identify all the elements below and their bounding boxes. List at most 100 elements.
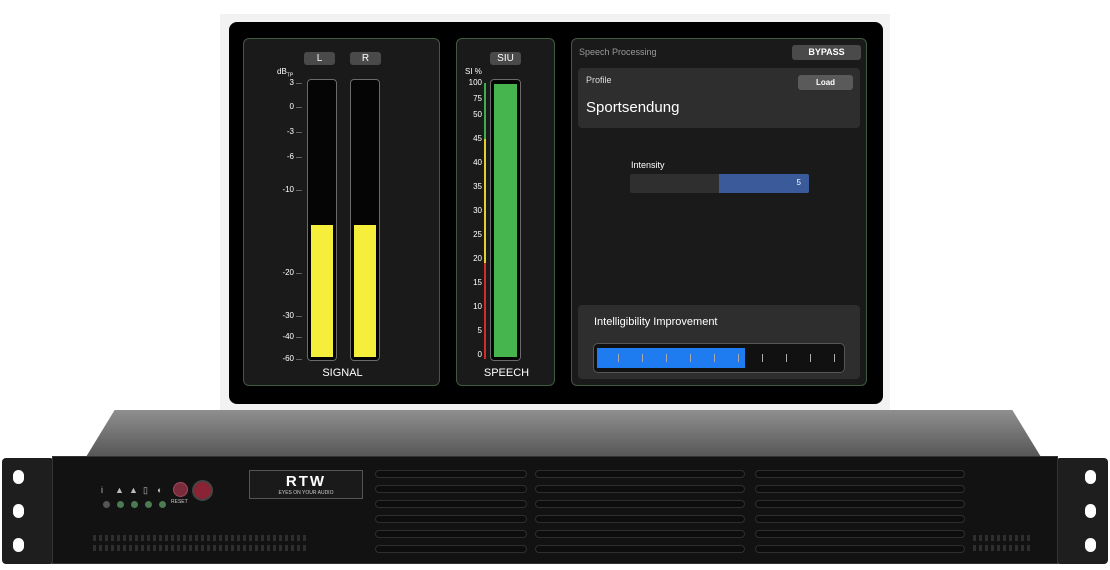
signal-scale-label: -10: [282, 185, 294, 194]
vent-hole: [267, 535, 270, 541]
vent-slot: [535, 515, 745, 523]
vent-hole: [177, 545, 180, 551]
channel-right-button[interactable]: R: [350, 52, 381, 65]
improvement-meter-fill: [597, 348, 745, 368]
rack-ear-right: [1056, 458, 1108, 564]
speech-panel: SIU SI % 100 75 50 45 40 35 30 25 20 15 10 5 0 SPEEC…: [456, 38, 555, 386]
vent-hole: [237, 545, 240, 551]
vent-hole: [237, 535, 240, 541]
channel-left-button[interactable]: L: [304, 52, 335, 65]
speech-title: SPEECH: [483, 367, 530, 379]
vent-hole: [129, 545, 132, 551]
speech-meter: [490, 79, 521, 361]
vent-hole: [141, 545, 144, 551]
vent-hole: [1027, 535, 1030, 541]
reset-label: RESET: [171, 499, 188, 505]
vent-hole: [273, 545, 276, 551]
improvement-tick: [834, 354, 835, 362]
vent-hole: [979, 545, 982, 551]
network-icon: ▲: [129, 485, 138, 495]
vent-slot: [535, 485, 745, 493]
speech-scale-label: 50: [473, 110, 482, 119]
improvement-tick: [690, 354, 691, 362]
signal-scale-label: -30: [282, 311, 294, 320]
vent-hole: [171, 535, 174, 541]
signal-scale-label: -3: [286, 127, 294, 136]
vent-hole: [303, 545, 306, 551]
vent-hole: [991, 535, 994, 541]
profile-name: Sportsendung: [586, 99, 680, 116]
meter-left: [307, 79, 337, 361]
speech-scale-label: 10: [473, 302, 482, 311]
vent-hole: [285, 535, 288, 541]
speech-scale-label: 20: [473, 254, 482, 263]
vent-slot: [755, 545, 965, 553]
vent-hole: [135, 545, 138, 551]
vent-hole: [1021, 535, 1024, 541]
vent-hole: [243, 535, 246, 541]
vent-hole: [261, 535, 264, 541]
vent-slot: [375, 500, 527, 508]
signal-scale-tick: [296, 190, 302, 191]
vent-hole: [997, 535, 1000, 541]
vent-hole: [117, 535, 120, 541]
load-button[interactable]: Load: [798, 75, 853, 90]
vent-hole: [985, 535, 988, 541]
vent-slot: [375, 470, 527, 478]
vent-slot: [755, 470, 965, 478]
mount-hole: [13, 504, 24, 518]
vent-slot: [755, 500, 965, 508]
power-button[interactable]: [192, 480, 213, 501]
vent-slot: [755, 515, 965, 523]
info-icon: i: [101, 485, 103, 495]
meter-right-fill: [354, 224, 376, 357]
vent-slot: [755, 485, 965, 493]
vent-hole: [219, 535, 222, 541]
meter-right: [350, 79, 380, 361]
signal-scale-label: -6: [286, 152, 294, 161]
vent-hole: [1015, 545, 1018, 551]
sd-card-icon: ▯: [143, 485, 148, 495]
vent-hole: [291, 545, 294, 551]
vent-slot: [535, 470, 745, 478]
vent-hole: [973, 535, 976, 541]
vent-hole: [129, 535, 132, 541]
vent-hole: [1027, 545, 1030, 551]
rack-ear-left: [2, 458, 54, 564]
improvement-box: Intelligibility Improvement: [578, 305, 860, 379]
vent-hole: [153, 545, 156, 551]
speech-color-bar-yellow: [484, 139, 486, 263]
vent-hole: [979, 535, 982, 541]
bulb-icon: ◐: [157, 485, 163, 495]
vent-slot: [535, 530, 745, 538]
siu-button[interactable]: SIU: [490, 52, 521, 65]
vent-hole: [195, 535, 198, 541]
signal-scale-tick: [296, 107, 302, 108]
vent-hole: [1003, 535, 1006, 541]
bypass-button[interactable]: BYPASS: [792, 45, 861, 60]
speech-color-bar-red: [484, 263, 486, 359]
display-screen: L R dBTP 3 0 -3 -6 -10 -20 -30 -40 -60 SIGNAL SI…: [229, 22, 883, 404]
vent-hole: [111, 535, 114, 541]
intensity-slider[interactable]: 5: [630, 174, 809, 193]
status-led: [159, 501, 166, 508]
speech-scale-label: 40: [473, 158, 482, 167]
reset-button[interactable]: [173, 482, 188, 497]
vent-slot: [755, 530, 965, 538]
vent-hole: [279, 545, 282, 551]
vent-hole: [303, 535, 306, 541]
mount-hole: [1085, 538, 1096, 552]
status-led: [145, 501, 152, 508]
rack-unit: i ▲ ▲ ▯ ◐ RESET RTW EYES ON YOUR AUDIO: [0, 410, 1110, 570]
vent-hole: [255, 535, 258, 541]
vent-hole: [1015, 535, 1018, 541]
vent-hole: [123, 535, 126, 541]
vent-hole: [279, 535, 282, 541]
vent-hole: [231, 535, 234, 541]
vent-slot: [375, 485, 527, 493]
improvement-tick: [642, 354, 643, 362]
speech-scale-label: 0: [477, 350, 482, 359]
signal-scale-tick: [296, 359, 302, 360]
vent-hole: [93, 545, 96, 551]
improvement-tick: [762, 354, 763, 362]
